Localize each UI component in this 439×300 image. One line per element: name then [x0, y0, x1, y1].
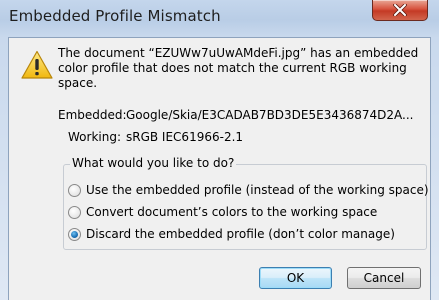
- option-discard[interactable]: Discard the embedded profile (don’t colo…: [68, 225, 395, 243]
- option-use-embedded[interactable]: Use the embedded profile (instead of the…: [68, 181, 429, 199]
- option-discard-label[interactable]: Discard the embedded profile (don’t colo…: [86, 227, 395, 241]
- dialog-window: Embedded Profile Mismatch The document “…: [0, 0, 439, 300]
- options-group: What would you like to do? Use the embed…: [63, 156, 429, 250]
- embedded-label: Embedded:: [58, 108, 127, 122]
- option-convert[interactable]: Convert document’s colors to the working…: [68, 203, 377, 221]
- close-button[interactable]: [372, 0, 428, 21]
- close-icon: [393, 4, 407, 16]
- radio-use-embedded[interactable]: [68, 183, 81, 197]
- mismatch-message: The document “EZUWw7uUwAMdeFi.jpg” has a…: [58, 46, 419, 90]
- options-group-label: What would you like to do?: [70, 156, 237, 170]
- radio-convert[interactable]: [68, 205, 81, 219]
- dialog-body: The document “EZUWw7uUwAMdeFi.jpg” has a…: [8, 37, 431, 300]
- cancel-button[interactable]: Cancel: [347, 267, 421, 289]
- radio-discard[interactable]: [68, 227, 81, 241]
- embedded-profile-row: Embedded:Google/Skia/E3CADAB7BD3DE5E3436…: [58, 108, 413, 122]
- option-convert-label[interactable]: Convert document’s colors to the working…: [86, 205, 377, 219]
- window-title: Embedded Profile Mismatch: [9, 7, 221, 25]
- working-label: Working:: [68, 130, 121, 144]
- title-bar[interactable]: Embedded Profile Mismatch: [0, 0, 439, 36]
- ok-button[interactable]: OK: [259, 267, 332, 289]
- embedded-value: Google/Skia/E3CADAB7BD3DE5E3436874D2A...: [126, 108, 414, 122]
- working-value: sRGB IEC61966-2.1: [126, 130, 244, 144]
- option-use-embedded-label[interactable]: Use the embedded profile (instead of the…: [86, 183, 429, 197]
- working-profile-row: Working: sRGB IEC61966-2.1: [58, 130, 243, 144]
- warning-icon: [21, 50, 53, 79]
